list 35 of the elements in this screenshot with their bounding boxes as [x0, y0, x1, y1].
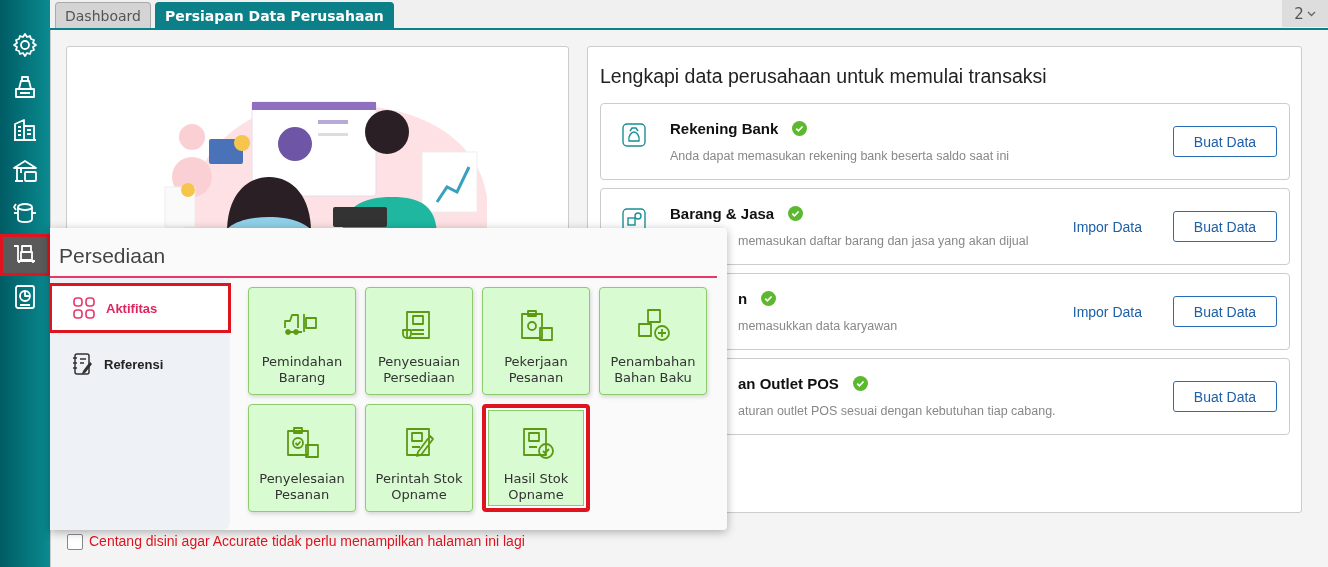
tab-overflow-button[interactable]: 2: [1282, 0, 1328, 27]
panel-title: Lengkapi data perusahaan untuk memulai transaksi: [600, 65, 1048, 89]
card-description: memasukan daftar barang dan jasa yang akan dijual: [737, 234, 1030, 249]
checkbox[interactable]: [67, 533, 83, 550]
menu-tile[interactable]: Penyelesaian Pesanan: [248, 404, 356, 512]
card-description: aturan outlet POS sesuai dengan kebutuhan tiap cabang.: [737, 404, 1057, 419]
settings-icon: [11, 31, 39, 59]
sidebar-item[interactable]: [0, 234, 50, 276]
menu-tile[interactable]: Perintah Stok Opname: [365, 404, 473, 512]
checkbox-label: Centang disini agar Accurate tidak perlu menampilkan halaman ini lagi: [89, 533, 525, 550]
tab[interactable]: Dashboard: [55, 2, 151, 29]
menu-tile[interactable]: Pekerjaan Pesanan: [482, 287, 590, 395]
tab[interactable]: Persiapan Data Perusahaan: [154, 2, 394, 29]
menu-tab[interactable]: Aktifitas: [50, 284, 230, 332]
create-button[interactable]: Buat Data: [1173, 381, 1277, 413]
bank-icon: [11, 157, 39, 185]
notebook-icon: [70, 352, 94, 376]
menu-tile[interactable]: Hasil Stok Opname: [482, 404, 590, 512]
grid-icon: [72, 296, 96, 320]
card-description: Anda dapat memasukan rekening bank beserta saldo saat ini: [670, 149, 1011, 164]
card-title: Rekening Bank: [670, 120, 779, 138]
create-button[interactable]: Buat Data: [1173, 296, 1277, 328]
menu-tile[interactable]: Penambahan Bahan Baku: [599, 287, 707, 395]
card-description: memasukkan data karyawan: [737, 319, 899, 334]
chevron-down-icon: [1306, 10, 1316, 17]
card-title: an Outlet POS: [738, 375, 839, 393]
create-button[interactable]: Buat Data: [1173, 126, 1277, 158]
card-title: Barang & Jasa: [670, 205, 775, 223]
card-title: n: [738, 290, 748, 308]
create-button[interactable]: Buat Data: [1173, 211, 1277, 243]
popup-title: Persediaan: [58, 243, 167, 269]
menu-tile[interactable]: Pemindahan Barang: [248, 287, 356, 395]
menu-tile[interactable]: Penyesuaian Persediaan: [365, 287, 473, 395]
menu-tab[interactable]: Referensi: [50, 340, 230, 388]
money-bag-icon: [621, 122, 647, 149]
